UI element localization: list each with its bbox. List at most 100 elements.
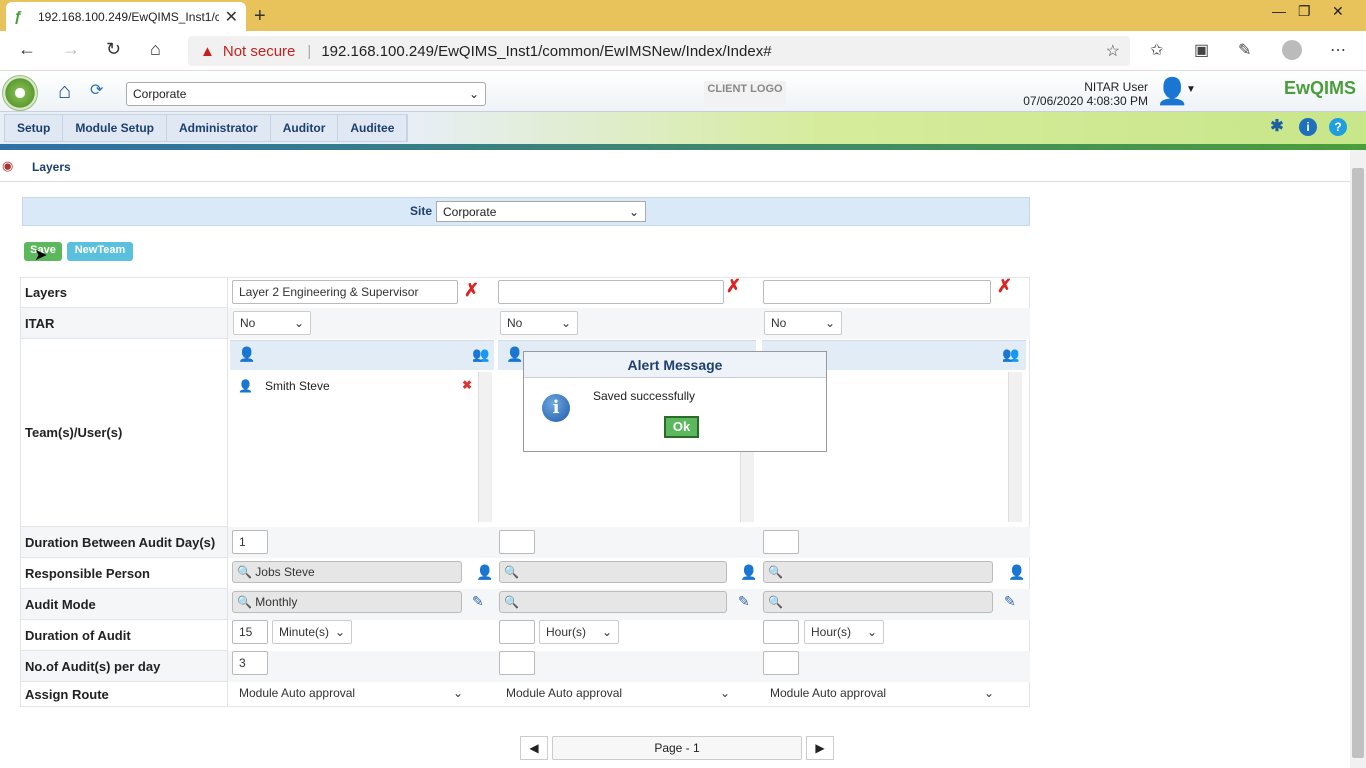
search-icon: 🔍 <box>237 565 252 579</box>
search-icon: 🔍 <box>768 595 783 609</box>
breadcrumb: Layers <box>0 154 1350 182</box>
warning-icon: ▲ <box>200 42 215 60</box>
chevron-down-icon: ⌄ <box>601 625 612 639</box>
url-field[interactable]: ▲ Not secure | 192.168.100.249/EwQIMS_In… <box>188 36 1130 66</box>
select-responsible-icon-1[interactable]: 👤 <box>476 564 493 581</box>
layer-name-input-1[interactable]: Layer 2 Engineering & Supervisor <box>232 280 458 304</box>
layer-name-input-3[interactable] <box>763 280 991 304</box>
add-user-icon[interactable]: 👤 <box>238 346 255 363</box>
duration-between-input-1[interactable]: 1 <box>232 530 268 554</box>
close-tab-icon[interactable]: ✕ <box>225 7 238 27</box>
browser-tab-bar: ƒ 192.168.100.249/EwQIMS_Inst1/c ✕ + — ❐… <box>0 0 1366 31</box>
audit-mode-search-3[interactable]: 🔍 <box>763 591 993 613</box>
row-label-audits-per-day: No.of Audit(s) per day <box>20 651 228 682</box>
delete-layer-icon-3[interactable]: ✗ <box>997 276 1012 297</box>
duration-unit-value-1: Minute(s) <box>279 625 330 639</box>
edit-audit-mode-icon-2[interactable]: ✎ <box>738 593 750 610</box>
itar-value-1: No <box>240 316 256 330</box>
minimize-icon[interactable]: — <box>1272 3 1286 19</box>
responsible-search-2[interactable]: 🔍 <box>499 561 727 583</box>
route-value-2: Module Auto approval <box>506 686 623 700</box>
responsible-search-1[interactable]: 🔍 Jobs Steve <box>232 561 462 583</box>
reload-icon[interactable]: ↻ <box>106 39 121 60</box>
url-text: 192.168.100.249/EwQIMS_Inst1/common/EwIM… <box>321 42 772 60</box>
select-responsible-icon-3[interactable]: 👤 <box>1008 564 1025 581</box>
star-icon[interactable]: ☆ <box>1106 41 1120 61</box>
responsible-search-3[interactable]: 🔍 <box>763 561 993 583</box>
home-icon[interactable]: ⌂ <box>58 78 82 103</box>
menu-auditor[interactable]: Auditor <box>271 115 339 141</box>
duration-between-input-3[interactable] <box>763 530 799 554</box>
chevron-down-icon: ⌄ <box>983 686 994 700</box>
chevron-down-icon: ⌄ <box>824 316 835 330</box>
layer-name-input-2[interactable] <box>498 280 724 304</box>
audit-mode-search-2[interactable]: 🔍 <box>499 591 727 613</box>
close-window-icon[interactable]: ✕ <box>1332 3 1344 20</box>
duration-unit-select-1[interactable]: Minute(s) ⌄ <box>272 620 352 644</box>
user-name: NITAR User <box>1084 80 1148 94</box>
edit-audit-mode-icon-1[interactable]: ✎ <box>472 593 484 610</box>
not-secure-label: Not secure <box>222 42 296 60</box>
add-team-icon[interactable]: 👥 <box>472 346 489 363</box>
home-browser-icon[interactable]: ⌂ <box>150 39 161 60</box>
audits-per-day-input-1[interactable]: 3 <box>232 651 268 675</box>
favorites-icon[interactable]: ✩ <box>1150 40 1163 60</box>
assign-route-select-2[interactable]: Module Auto approval ⌄ <box>500 682 736 706</box>
collections-icon[interactable]: ▣ <box>1194 40 1209 60</box>
assign-route-select-1[interactable]: Module Auto approval ⌄ <box>233 682 469 706</box>
assign-route-select-3[interactable]: Module Auto approval ⌄ <box>764 682 1000 706</box>
itar-select-1[interactable]: No ⌄ <box>233 311 311 335</box>
refresh-icon[interactable]: ⟳ <box>90 80 108 99</box>
team-scrollbar-1[interactable] <box>478 372 492 522</box>
remove-user-icon[interactable]: ✖ <box>462 378 472 392</box>
avatar-dropdown-icon[interactable]: ▼ <box>1186 84 1196 95</box>
page-scrollbar-thumb[interactable] <box>1352 168 1364 758</box>
duration-input-2[interactable] <box>499 620 535 644</box>
duration-unit-select-2[interactable]: Hour(s) ⌄ <box>539 620 619 644</box>
team-scrollbar-3[interactable] <box>1008 372 1022 522</box>
menu-module-setup[interactable]: Module Setup <box>63 115 168 141</box>
team-header-1 <box>230 340 494 370</box>
new-team-button[interactable]: NewTeam <box>67 242 133 261</box>
new-tab-icon[interactable]: + <box>254 5 266 28</box>
company-select[interactable]: Corporate ⌄ <box>126 82 486 106</box>
avatar[interactable]: 👤 <box>1156 76 1188 108</box>
help-icon[interactable]: ? <box>1329 118 1347 136</box>
duration-unit-value-2: Hour(s) <box>546 625 587 639</box>
chevron-down-icon: ⌄ <box>293 316 304 330</box>
restore-icon[interactable]: ❐ <box>1298 3 1311 20</box>
itar-select-2[interactable]: No ⌄ <box>500 311 578 335</box>
duration-input-3[interactable] <box>763 620 799 644</box>
audits-per-day-input-2[interactable] <box>499 651 535 675</box>
duration-input-1[interactable]: 15 <box>232 620 268 644</box>
menu-administrator[interactable]: Administrator <box>167 115 271 141</box>
duration-unit-select-3[interactable]: Hour(s) ⌄ <box>804 620 884 644</box>
page-scrollbar[interactable] <box>1350 150 1366 768</box>
ok-button[interactable]: Ok <box>664 416 699 438</box>
info-icon[interactable]: i <box>1299 118 1317 136</box>
back-icon[interactable]: ← <box>18 39 36 60</box>
forward-icon[interactable]: → <box>62 39 80 60</box>
share-icon[interactable]: ✎ <box>1238 40 1251 60</box>
profile-icon[interactable] <box>1282 40 1302 60</box>
audits-per-day-input-3[interactable] <box>763 651 799 675</box>
duration-between-input-2[interactable] <box>499 530 535 554</box>
pin-icon[interactable]: ✱ <box>1268 118 1286 136</box>
menu-auditee[interactable]: Auditee <box>338 115 408 141</box>
browser-tab[interactable]: ƒ 192.168.100.249/EwQIMS_Inst1/c ✕ <box>6 2 246 31</box>
add-user-icon[interactable]: 👤 <box>506 346 523 363</box>
more-icon[interactable]: ⋯ <box>1330 40 1346 60</box>
select-responsible-icon-2[interactable]: 👤 <box>740 564 757 581</box>
site-select[interactable]: Corporate ⌄ <box>436 201 646 222</box>
add-team-icon[interactable]: 👥 <box>1002 346 1019 363</box>
delete-layer-icon-1[interactable]: ✗ <box>464 280 479 301</box>
audit-mode-search-1[interactable]: 🔍 Monthly <box>232 591 462 613</box>
itar-select-3[interactable]: No ⌄ <box>764 311 842 335</box>
delete-layer-icon-2[interactable]: ✗ <box>726 276 741 297</box>
company-select-value: Corporate <box>133 87 187 101</box>
row-label-assign-route: Assign Route <box>20 682 228 707</box>
prev-page-icon[interactable]: ◀ <box>520 736 548 760</box>
next-page-icon[interactable]: ▶ <box>806 736 834 760</box>
edit-audit-mode-icon-3[interactable]: ✎ <box>1004 593 1016 610</box>
menu-setup[interactable]: Setup <box>5 115 64 141</box>
